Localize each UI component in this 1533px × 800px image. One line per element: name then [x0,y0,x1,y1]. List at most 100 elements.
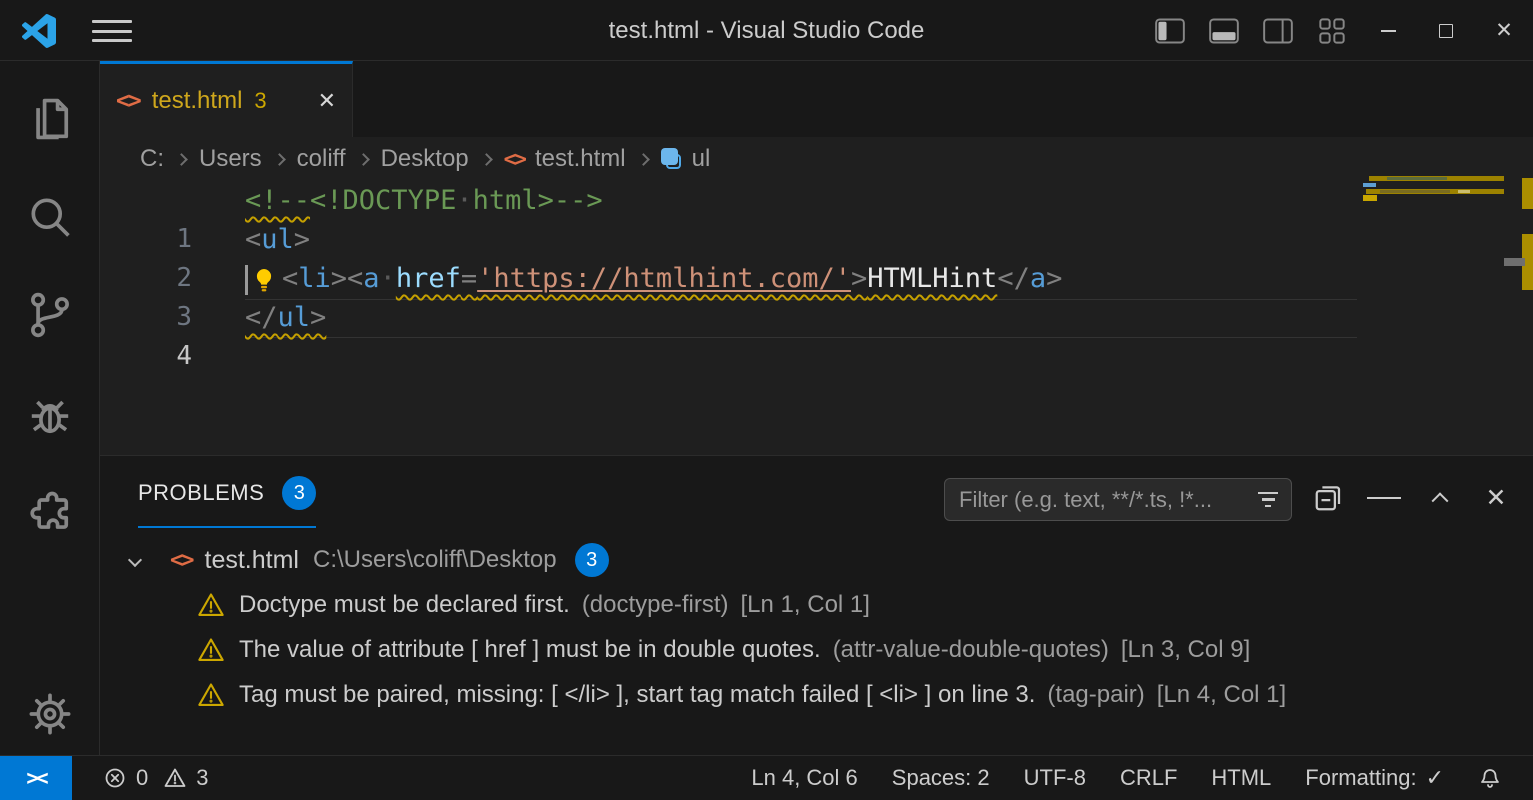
code-editor[interactable]: 1 <!--<!DOCTYPE·html>--> 2 <ul> 3 <li><a… [100,181,1533,455]
error-icon [103,766,127,790]
warning-squiggle: </ul> [245,302,326,333]
status-formatting[interactable]: Formatting: ✓ [1288,756,1461,800]
breadcrumb-coliff[interactable]: coliff [297,145,346,173]
status-bar: >< 0 3 Ln 4, Col 6 Spaces: 2 UTF-8 CRLF … [0,755,1533,800]
whitespace-dot: · [380,263,396,294]
problem-row-2[interactable]: The value of attribute [ href ] must be … [100,627,1533,672]
problems-file-row[interactable]: <> test.html C:\Users\coliff\Desktop 3 [100,538,1533,582]
toggle-primary-sidebar-icon[interactable] [1143,0,1197,61]
source-control-icon[interactable] [0,279,99,351]
tab-close-icon[interactable]: ✕ [318,88,336,114]
problems-panel: PROBLEMS 3 ✕ <> [100,455,1533,755]
warning-squiggle: <!-- [245,185,310,216]
problem-row-1[interactable]: Doctype must be declared first. (doctype… [100,582,1533,627]
html-file-icon: <> [504,147,525,171]
problem-row-3[interactable]: Tag must be paired, missing: [ </li> ], … [100,672,1533,717]
code-line-3: 3 <li><a·href='https://htmlhint.com/'>HT… [100,259,1360,298]
code-line-1: 1 <!--<!DOCTYPE·html>--> [100,181,1360,220]
status-language-mode[interactable]: HTML [1194,756,1288,800]
close-window-button[interactable]: ✕ [1475,0,1533,61]
toggle-panel-icon[interactable] [1197,0,1251,61]
breadcrumb-file[interactable]: test.html [535,145,626,173]
vscode-logo-icon [22,14,56,48]
notifications-bell[interactable] [1461,756,1519,800]
menu-icon[interactable] [92,20,132,42]
collapse-all-icon[interactable] [1311,478,1345,518]
chevron-right-icon [637,153,650,166]
html-file-icon: <> [116,88,140,114]
problems-file-name: test.html [205,546,299,575]
breadcrumb-symbol-ul[interactable]: ul [692,145,711,173]
error-count: 0 [136,765,148,791]
symbol-element-icon [661,148,683,170]
maximize-panel-icon[interactable] [1423,478,1457,518]
breadcrumb-desktop[interactable]: Desktop [381,145,469,173]
chevron-right-icon [480,153,493,166]
minimap-line-4-warning [1363,195,1377,201]
tab-label: test.html [152,87,243,115]
customize-layout-icon[interactable] [1305,0,1359,61]
overview-cursor-marker [1504,258,1525,266]
warning-icon [197,681,225,709]
run-and-debug-icon[interactable] [0,379,99,451]
status-problems-summary[interactable]: 0 3 [103,756,209,800]
close-panel-icon[interactable]: ✕ [1479,478,1513,518]
warning-icon [163,766,187,790]
settings-gear-icon[interactable] [0,678,99,750]
overview-ruler [1522,167,1533,455]
lightbulb-icon[interactable] [250,266,278,294]
url-link[interactable]: 'https://htmlhint.com/' [477,263,851,294]
status-cursor-position[interactable]: Ln 4, Col 6 [734,756,874,800]
minimap[interactable] [1363,176,1504,202]
minimap-line-3-warning [1366,189,1504,194]
status-eol[interactable]: CRLF [1103,756,1194,800]
search-icon[interactable] [0,181,99,253]
extensions-icon[interactable] [0,477,99,549]
view-as-table-icon[interactable] [1367,478,1401,518]
breadcrumb: C: Users coliff Desktop <> test.html ul [100,137,1533,181]
line-number-active: 4 [100,337,192,376]
remote-indicator[interactable]: >< [0,756,72,800]
bell-icon [1478,766,1502,790]
filter-input[interactable] [959,487,1251,513]
explorer-icon[interactable] [0,83,99,155]
tab-problem-count: 3 [254,88,266,114]
check-icon: ✓ [1426,765,1444,791]
filter-icon [1257,492,1279,508]
maximize-button[interactable] [1417,0,1475,61]
minimize-button[interactable] [1359,0,1417,61]
toggle-secondary-sidebar-icon[interactable] [1251,0,1305,61]
problems-count-badge: 3 [282,476,316,510]
problems-filter[interactable] [944,478,1292,521]
warning-icon [197,591,225,619]
chevron-right-icon [357,153,370,166]
problems-file-path: C:\Users\coliff\Desktop [313,546,557,574]
tab-problems[interactable]: PROBLEMS 3 [138,476,316,528]
chevron-right-icon [273,153,286,166]
title-bar: test.html - Visual Studio Code ✕ [0,0,1533,61]
code-line-4: 4 </ul> [100,298,1360,337]
minimap-line-2 [1363,183,1376,187]
warning-squiggle: href='https://htmlhint.com/'>HTMLHint [396,263,997,294]
breadcrumb-users[interactable]: Users [199,145,262,173]
chevron-right-icon [175,153,188,166]
chevron-down-icon [128,553,142,567]
editor-group: <> test.html 3 ✕ C: Users coliff Desktop… [100,61,1533,455]
warning-icon [197,636,225,664]
breadcrumb-drive[interactable]: C: [140,145,164,173]
tab-bar: <> test.html 3 ✕ [100,61,1533,137]
activity-bar [0,61,100,755]
html-file-icon: <> [170,548,193,573]
text-cursor [245,265,248,295]
tab-test-html[interactable]: <> test.html 3 ✕ [100,61,353,137]
status-encoding[interactable]: UTF-8 [1007,756,1103,800]
minimap-line-1-warning [1369,176,1504,181]
overview-warning-marker [1522,178,1533,209]
status-indentation[interactable]: Spaces: 2 [875,756,1007,800]
code-line-2: 2 <ul> [100,220,1360,259]
file-problem-count-badge: 3 [575,543,609,577]
whitespace-dot: · [456,185,472,216]
panel-header: PROBLEMS 3 ✕ [100,456,1533,536]
warning-count: 3 [196,765,208,791]
vscode-window: test.html - Visual Studio Code ✕ [0,0,1533,800]
